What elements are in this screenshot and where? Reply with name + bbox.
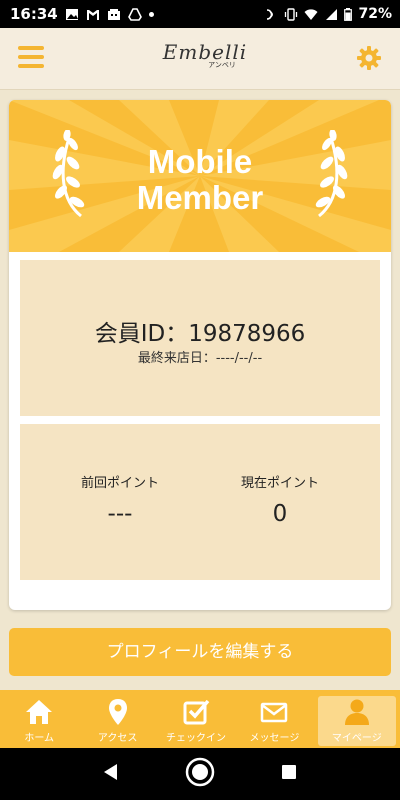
home-circle-icon <box>185 757 215 787</box>
gear-icon[interactable] <box>356 45 382 71</box>
android-nav-bar <box>0 748 400 800</box>
battery-icon <box>344 7 353 21</box>
nav-home[interactable]: ホーム <box>0 690 78 748</box>
hamburger-menu-icon[interactable] <box>18 46 44 68</box>
member-id-panel: 会員ID：19878966 最終来店日：----/--/-- <box>20 260 380 416</box>
points-panel: 前回ポイント --- 現在ポイント 0 <box>20 424 380 580</box>
previous-points-value: --- <box>107 501 133 527</box>
checkbox-icon <box>183 699 210 725</box>
status-bar: 16:34 72% <box>0 0 400 28</box>
signal-icon <box>326 8 338 20</box>
vibrate-icon <box>285 7 298 21</box>
gmail-icon <box>86 9 99 20</box>
nav-mypage[interactable]: マイページ <box>317 696 397 746</box>
previous-points: 前回ポイント --- <box>40 472 200 527</box>
nav-checkin[interactable]: チェックイン <box>157 690 235 748</box>
edit-profile-button[interactable]: プロフィールを編集する <box>9 628 391 676</box>
nav-message-label: メッセージ <box>249 733 300 744</box>
nav-checkin-label: チェックイン <box>166 733 227 744</box>
notification-dot-icon <box>148 11 154 17</box>
nav-access[interactable]: アクセス <box>78 690 156 748</box>
member-card: Mobile Member 会員ID：19878966 最終来店日：----/-… <box>9 100 391 610</box>
member-banner: Mobile Member <box>9 100 391 252</box>
battery-percent: 72% <box>358 6 392 22</box>
back-button[interactable] <box>102 763 120 785</box>
nav-message[interactable]: メッセージ <box>235 690 313 748</box>
laurel-right-icon <box>315 130 348 218</box>
nfc-icon <box>267 8 274 20</box>
previous-points-label: 前回ポイント <box>80 476 159 491</box>
image-icon <box>65 8 78 20</box>
store-icon <box>107 8 120 20</box>
status-time: 16:34 <box>10 5 58 23</box>
envelope-icon <box>261 702 288 723</box>
logo: Embelli アンベリ <box>150 40 260 76</box>
person-icon <box>344 699 369 725</box>
bottom-nav: ホーム アクセス チェックイン メッセージ マイページ <box>0 690 400 748</box>
current-points-value: 0 <box>272 501 288 527</box>
nav-access-label: アクセス <box>97 733 138 744</box>
home-icon <box>26 700 53 724</box>
map-pin-icon <box>108 699 127 725</box>
member-id: 会員ID：19878966 <box>94 321 306 347</box>
nav-home-label: ホーム <box>24 733 55 744</box>
logo-text: Embelli <box>162 40 248 64</box>
recents-square-icon <box>281 765 296 779</box>
last-visit-date: 最終来店日：----/--/-- <box>137 351 263 366</box>
home-button[interactable] <box>185 757 215 791</box>
current-points: 現在ポイント 0 <box>200 472 360 527</box>
back-triangle-icon <box>104 764 118 780</box>
nav-mypage-label: マイページ <box>331 733 382 744</box>
drive-icon <box>127 7 142 21</box>
recents-button[interactable] <box>280 763 298 785</box>
wifi-icon <box>304 8 318 20</box>
current-points-label: 現在ポイント <box>240 476 319 491</box>
app-header: Embelli アンベリ <box>0 28 400 90</box>
